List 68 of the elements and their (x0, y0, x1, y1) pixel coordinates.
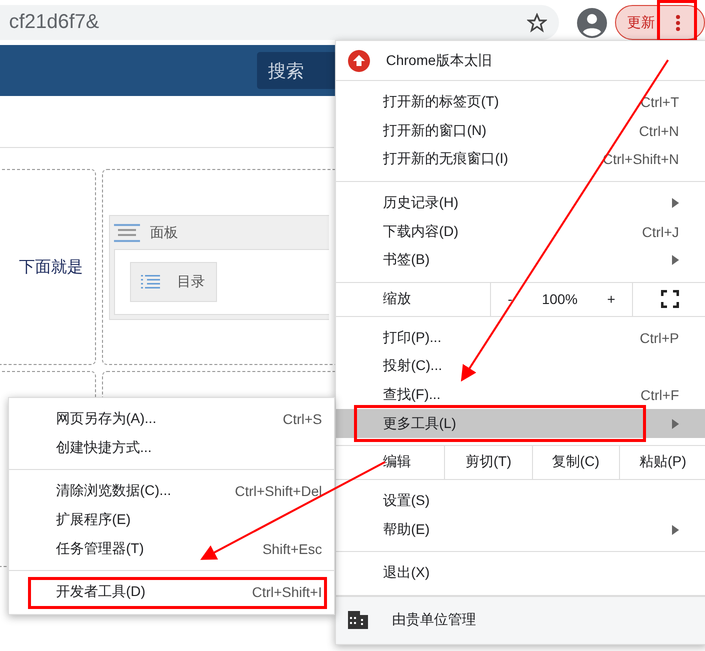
menu-item[interactable]: 查找(F)... Ctrl+F (336, 380, 705, 410)
menu-item-label: 投射(C)... (383, 357, 444, 376)
address-bar[interactable]: cf21d6f7& (0, 5, 559, 40)
star-icon[interactable] (527, 12, 547, 32)
managed-by-text: 由贵单位管理 (392, 611, 476, 630)
shortcut-text: Ctrl+N (638, 122, 679, 139)
menu-item-label: 查找(F)... (383, 386, 442, 404)
shortcut-text: Ctrl+Shift+N (602, 151, 679, 168)
shortcut-text: Ctrl+Shift+I (252, 584, 322, 600)
list-icon (141, 274, 161, 290)
menu-item[interactable]: 开发者工具(D) Ctrl+Shift+I (9, 578, 334, 607)
menu-item[interactable]: 投射(C)... (336, 352, 705, 381)
url-text: cf21d6f7& (9, 11, 100, 34)
directory-button[interactable]: 目录 (130, 262, 217, 302)
shortcut-text: Ctrl+Shift+Del (234, 483, 322, 500)
menu-item[interactable]: 帮助(E) (336, 516, 705, 544)
menu-item-label: 打开新的标签页(T) (383, 93, 500, 112)
menu-item[interactable]: 打印(P)... Ctrl+P (336, 324, 705, 352)
edit-action-button[interactable]: 粘贴(P) (618, 446, 705, 479)
menu-item[interactable]: 退出(X) (336, 559, 705, 588)
menu-item[interactable]: 清除浏览数据(C)... Ctrl+Shift+Del (9, 477, 334, 506)
shortcut-text: Ctrl+F (640, 387, 679, 404)
zoom-value: 100% (542, 291, 578, 308)
edit-action-button[interactable]: 剪切(T) (444, 446, 532, 479)
menu-item-label: 创建快捷方式... (56, 438, 153, 457)
menu-item-label: 打开新的窗口(N) (383, 122, 488, 140)
menu-item-label: 历史记录(H) (383, 194, 460, 212)
shortcut-text: Ctrl+S (282, 411, 322, 428)
text-lines-icon (114, 224, 140, 242)
card-text: 下面就是 (19, 258, 83, 278)
menu-item-label: 扩展程序(E) (56, 511, 132, 530)
menu-item[interactable]: 创建快捷方式... (9, 434, 334, 462)
menu-item-label: 打印(P)... (383, 328, 442, 347)
menu-item[interactable]: 扩展程序(E) (9, 506, 334, 534)
menu-item[interactable]: 设置(S) (336, 486, 705, 516)
menu-item-label: 打开新的无痕窗口(I) (383, 150, 510, 168)
menu-item[interactable]: 打开新的窗口(N) Ctrl+N (336, 116, 705, 146)
zoom-label: 缩放 (383, 290, 412, 308)
menu-item[interactable]: 历史记录(H) (336, 188, 705, 218)
menu-item[interactable]: 打开新的无痕窗口(I) Ctrl+Shift+N (336, 145, 705, 174)
shortcut-text: Ctrl+P (640, 330, 679, 346)
panel-title: 面板 (150, 224, 178, 242)
menu-item-label: 下载内容(D) (383, 222, 460, 241)
search-button[interactable]: 搜索 (257, 52, 337, 89)
menu-item[interactable]: 网页另存为(A)... Ctrl+S (9, 405, 334, 434)
fullscreen-icon[interactable] (661, 290, 679, 308)
menu-item[interactable]: 任务管理器(T) Shift+Esc (9, 534, 334, 563)
edit-action-button[interactable]: 复制(C) (532, 446, 619, 479)
menu-item-label: 帮助(E) (383, 520, 431, 539)
avatar-icon[interactable] (577, 8, 607, 38)
menu-item-label: 任务管理器(T) (56, 540, 145, 558)
menu-item[interactable]: 书签(B) (336, 246, 705, 275)
menu-item-label: 退出(X) (383, 564, 431, 582)
zoom-in-button[interactable]: + (603, 291, 620, 308)
notice-text: Chrome版本太旧 (386, 52, 492, 70)
edit-label: 编辑 (383, 452, 412, 472)
menu-item-label: 开发者工具(D) (56, 583, 146, 602)
building-icon (348, 611, 368, 630)
shortcut-text: Ctrl+J (642, 224, 679, 240)
shortcut-text: Shift+Esc (262, 540, 322, 557)
menu-item-label: 设置(S) (383, 492, 431, 510)
menu-item-label: 网页另存为(A)... (56, 410, 158, 428)
menu-icon[interactable] (675, 14, 681, 32)
menu-item-label: 书签(B) (383, 251, 431, 270)
zoom-out-button[interactable]: - (504, 291, 516, 308)
menu-item[interactable]: 下载内容(D) Ctrl+J (336, 217, 705, 246)
menu-item-label: 清除浏览数据(C)... (56, 482, 172, 500)
menu-item-label: 更多工具(L) (383, 414, 458, 433)
